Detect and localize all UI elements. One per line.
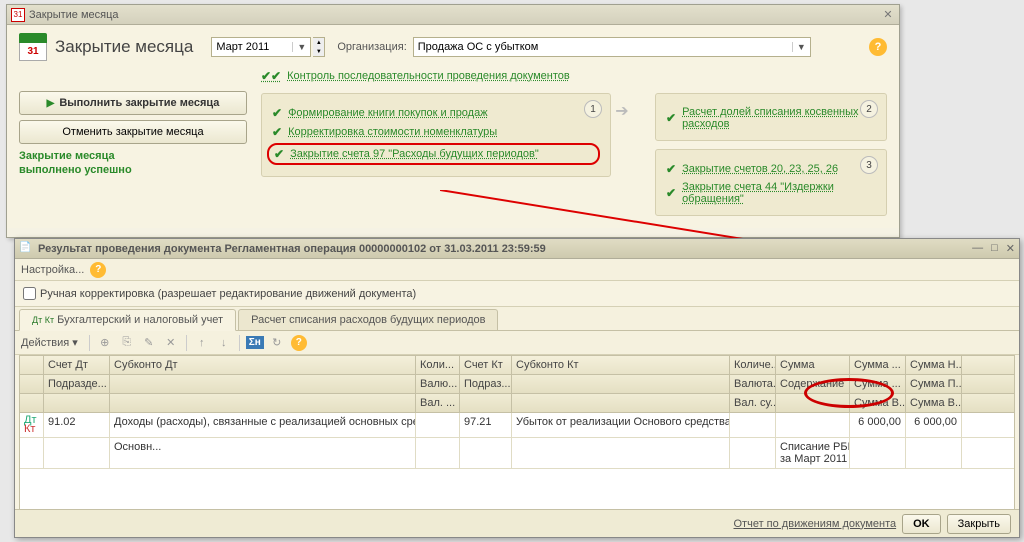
op-close-97[interactable]: Закрытие счета 97 "Расходы будущих перио… — [290, 148, 539, 160]
manual-correction-row: Ручная корректировка (разрешает редактир… — [15, 281, 1019, 307]
org-label: Организация: — [337, 41, 406, 53]
movements-report-link[interactable]: Отчет по движениям документа — [734, 518, 897, 530]
op-cost-correction[interactable]: Корректировка стоимости номенклатуры — [288, 126, 497, 138]
help-icon[interactable]: ? — [869, 38, 887, 56]
window-title-2: Результат проведения документа Регламент… — [38, 243, 546, 255]
operations-block-2: 2 ✔Расчет долей списания косвенных расхо… — [655, 93, 887, 141]
table-row[interactable]: Основн... Списание РБПза Март 2011 г. — [20, 438, 1014, 469]
close-button[interactable]: Закрыть — [947, 514, 1011, 534]
control-sequence-link[interactable]: ✔✔ Контроль последовательности проведени… — [261, 69, 570, 83]
step-badge-3: 3 — [860, 156, 878, 174]
entry-icon: ДтКт — [20, 413, 44, 437]
document-icon: 📄 — [19, 242, 33, 256]
status-message: Закрытие месяцавыполнено успешно — [19, 149, 247, 177]
calendar-icon: 31 — [19, 33, 47, 61]
help-icon-2[interactable]: ? — [90, 262, 106, 278]
window-footer: Отчет по движениям документа OK Закрыть — [15, 509, 1019, 537]
op-close-20-26[interactable]: Закрытие счетов 20, 23, 25, 26 — [682, 163, 838, 175]
ok-button[interactable]: OK — [902, 514, 941, 534]
move-up-icon[interactable]: ↑ — [192, 334, 212, 352]
page-title: Закрытие месяца — [55, 37, 193, 57]
window-title: Закрытие месяца — [29, 9, 119, 21]
col-sum-n[interactable]: Сумма Н... — [906, 356, 962, 374]
run-close-button[interactable]: ▶Выполнить закрытие месяца — [19, 91, 247, 115]
refresh-icon[interactable]: ↻ — [267, 334, 287, 352]
sum-icon[interactable]: Σн — [245, 334, 265, 352]
close-icon[interactable]: ✕ — [881, 8, 895, 22]
delete-icon[interactable]: ✕ — [161, 334, 181, 352]
operations-block-1: 1 ✔Формирование книги покупок и продаж ✔… — [261, 93, 611, 177]
tab-accounting[interactable]: Дт КтБухгалтерский и налоговый учет — [19, 309, 236, 331]
cancel-close-button[interactable]: Отменить закрытие месяца — [19, 120, 247, 144]
add-icon[interactable]: ⊕ — [95, 334, 115, 352]
col-qty-dt[interactable]: Коли... — [416, 356, 460, 374]
actions-menu[interactable]: Действия ▾ — [21, 336, 78, 349]
organization-select[interactable]: Продажа ОС с убытком▼ — [413, 37, 811, 57]
window-icon: 31 — [11, 8, 25, 22]
col-qty-kt[interactable]: Количе... — [730, 356, 776, 374]
titlebar-2[interactable]: 📄 Результат проведения документа Регламе… — [15, 239, 1019, 259]
table-row[interactable]: ДтКт 91.02 Доходы (расходы), связанные с… — [20, 413, 1014, 438]
document-result-window: 📄 Результат проведения документа Регламе… — [14, 238, 1020, 538]
help-icon-3[interactable]: ? — [291, 335, 307, 351]
toolbar-settings: Настройка... ? — [15, 259, 1019, 281]
minimize-icon[interactable]: — — [972, 242, 983, 255]
edit-icon[interactable]: ✎ — [139, 334, 159, 352]
tab-rbp-calc[interactable]: Расчет списания расходов будущих периодо… — [238, 309, 498, 330]
move-down-icon[interactable]: ↓ — [214, 334, 234, 352]
col-subconto-kt[interactable]: Субконто Кт — [512, 356, 730, 374]
operations-block-3: 3 ✔Закрытие счетов 20, 23, 25, 26 ✔Закры… — [655, 149, 887, 216]
settings-link[interactable]: Настройка... — [21, 264, 84, 276]
op-indirect-calc[interactable]: Расчет долей списания косвенных расходов — [682, 106, 876, 130]
manual-correction-checkbox[interactable]: Ручная корректировка (разрешает редактир… — [23, 287, 1011, 300]
op-purchase-book[interactable]: Формирование книги покупок и продаж — [288, 107, 488, 119]
col-sum2[interactable]: Сумма ... — [850, 356, 906, 374]
col-sum[interactable]: Сумма — [776, 356, 850, 374]
titlebar[interactable]: 31 Закрытие месяца ✕ — [7, 5, 899, 25]
maximize-icon[interactable]: □ — [991, 242, 998, 255]
period-select[interactable]: Март 2011▼ — [211, 37, 311, 57]
month-close-window: 31 Закрытие месяца ✕ 31 Закрытие месяца … — [6, 4, 900, 238]
grid-toolbar: Действия ▾ ⊕ ⎘ ✎ ✕ ↑ ↓ Σн ↻ ? — [15, 331, 1019, 355]
op-close-44[interactable]: Закрытие счета 44 "Издержки обращения" — [682, 181, 876, 205]
entries-grid: Счет Дт Субконто Дт Коли... Счет Кт Субк… — [19, 355, 1015, 510]
step-badge-1: 1 — [584, 100, 602, 118]
col-acct-kt[interactable]: Счет Кт — [460, 356, 512, 374]
check-icon: ✔✔ — [261, 69, 281, 83]
close-icon-2[interactable]: ✕ — [1006, 242, 1015, 255]
period-spinner[interactable]: ▲▼ — [313, 37, 325, 57]
copy-icon[interactable]: ⎘ — [117, 334, 137, 352]
col-subconto-dt[interactable]: Субконто Дт — [110, 356, 416, 374]
step-badge-2: 2 — [860, 100, 878, 118]
col-acct-dt[interactable]: Счет Дт — [44, 356, 110, 374]
arrow-right-icon: ➔ — [611, 101, 633, 121]
